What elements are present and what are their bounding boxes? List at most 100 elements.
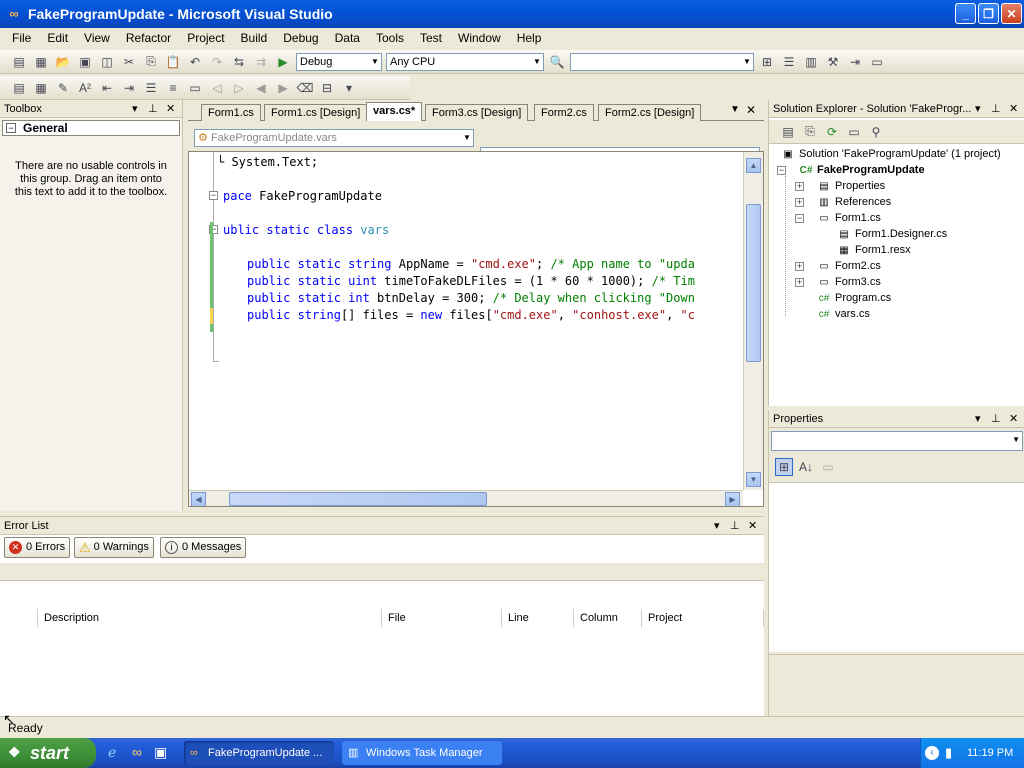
column-header-column[interactable]: Column [574,609,642,627]
bookmark-toggle-icon[interactable]: ▭ [186,79,204,97]
show-hidden-icons-icon[interactable]: ‹ [925,746,939,760]
save-all-icon[interactable]: ◫ [98,53,116,71]
bookmark-next-folder-icon[interactable]: ▶ [274,79,292,97]
task-manager-tray-icon[interactable]: ▮ [945,738,952,768]
increase-indent-icon[interactable]: ⇥ [120,79,138,97]
start-button[interactable]: ❖ start [0,738,96,768]
alphabetical-icon[interactable]: A↓ [797,458,815,476]
scroll-right-icon[interactable]: ▶ [725,492,740,506]
menu-debug[interactable]: Debug [275,28,326,48]
menu-edit[interactable]: Edit [39,28,76,48]
object-browser-icon[interactable]: ▥ [802,53,820,71]
task-task-manager[interactable]: ▥ Windows Task Manager [342,741,502,765]
copy-icon[interactable]: ⎘ [142,53,160,71]
toolbar-options-icon[interactable]: ▾ [340,79,358,97]
open-file-icon[interactable]: 📂 [54,53,72,71]
form1-designer-node[interactable]: ▤ Form1.Designer.cs [837,226,947,242]
scroll-thumb[interactable] [746,204,761,362]
platform-select[interactable]: Any CPU ▼ [386,52,544,71]
properties-node[interactable]: ▤ Properties [817,178,885,194]
form1-resx-node[interactable]: ▦ Form1.resx [837,242,910,258]
warnings-filter-button[interactable]: ⚠ 0 Warnings [74,537,154,558]
horizontal-scrollbar[interactable]: ◀ ▶ [189,490,743,506]
view-code-icon[interactable]: ▭ [845,123,863,141]
configuration-select[interactable]: Debug ▼ [296,52,382,71]
vars-cs-node[interactable]: c# vars.cs [817,306,870,322]
menu-test[interactable]: Test [412,28,450,48]
references-node[interactable]: ▥ References [817,194,891,210]
type-select[interactable]: ⚙ FakeProgramUpdate.vars ▼ [194,129,474,147]
decrease-indent-icon[interactable]: ⇤ [98,79,116,97]
parameter-info-icon[interactable]: ▦ [32,79,50,97]
column-header-file[interactable]: File [382,609,502,627]
scroll-up-icon[interactable]: ▲ [746,158,761,173]
comment-icon[interactable]: ☰ [142,79,160,97]
expand-icon[interactable]: + [795,262,804,271]
navigate-forward-icon[interactable]: ⇉ [252,53,270,71]
active-files-icon[interactable]: ▼ [730,104,740,115]
window-position-icon[interactable]: ▾ [714,517,720,535]
complete-word-icon[interactable]: A² [76,79,94,97]
close-icon[interactable]: ✕ [166,100,175,118]
member-list-icon[interactable]: ▤ [10,79,28,97]
errors-filter-button[interactable]: ✕ 0 Errors [4,537,71,558]
refresh-icon[interactable]: ⟳ [823,123,841,141]
object-select[interactable]: ▼ [771,431,1023,451]
tab-form1-cs[interactable]: Form1.cs [201,104,261,121]
form3-node[interactable]: ▭ Form3.cs [817,274,881,290]
auto-hide-pin-icon[interactable]: ⊥ [148,100,158,118]
toolbox-icon[interactable]: ⚒ [824,53,842,71]
column-header-icon[interactable] [0,609,38,627]
auto-hide-pin-icon[interactable]: ⊥ [991,410,1001,428]
menu-project[interactable]: Project [179,28,232,48]
undo-icon[interactable]: ↶ [186,53,204,71]
messages-filter-button[interactable]: i 0 Messages [160,537,247,558]
toolbox-group-general[interactable]: − General [2,120,180,136]
scroll-left-icon[interactable]: ◀ [191,492,206,506]
cut-icon[interactable]: ✂ [120,53,138,71]
close-icon[interactable]: ✕ [1009,100,1018,118]
menu-file[interactable]: File [4,28,39,48]
solution-explorer-icon[interactable]: ⊞ [758,53,776,71]
bookmark-next-icon[interactable]: ▷ [230,79,248,97]
window-position-icon[interactable]: ▾ [132,100,138,118]
find-combo[interactable]: ▼ [570,52,754,71]
menu-view[interactable]: View [76,28,118,48]
add-item-icon[interactable]: ▦ [32,53,50,71]
vertical-scrollbar[interactable]: ▲ ▼ [743,152,763,490]
bookmark-prev-icon[interactable]: ◁ [208,79,226,97]
column-header-project[interactable]: Project [642,609,764,627]
find-in-files-icon[interactable]: 🔍 [548,53,566,71]
show-desktop-icon[interactable]: ▣ [154,744,167,761]
navigate-icon[interactable]: ⇆ [230,53,248,71]
menu-build[interactable]: Build [233,28,276,48]
property-pages-icon[interactable]: ▭ [819,458,837,476]
form1-node[interactable]: ▭ Form1.cs [817,210,881,226]
collapse-icon[interactable]: − [777,166,786,175]
property-grid[interactable] [769,482,1024,652]
expand-icon[interactable]: + [795,182,804,191]
tab-form1-design[interactable]: Form1.cs [Design] [264,104,368,121]
column-header-description[interactable]: Description [38,609,382,627]
window-position-icon[interactable]: ▾ [975,100,981,118]
expand-icon[interactable]: + [795,278,804,287]
tab-form2-cs[interactable]: Form2.cs [534,104,594,121]
save-icon[interactable]: ▣ [76,53,94,71]
bookmark-prev-folder-icon[interactable]: ◀ [252,79,270,97]
auto-hide-pin-icon[interactable]: ⊥ [991,100,1001,118]
view-class-diagram-icon[interactable]: ⚲ [867,123,885,141]
paste-icon[interactable]: 📋 [164,53,182,71]
start-debug-icon[interactable]: ▶ [274,53,292,71]
properties-icon[interactable]: ▤ [779,123,797,141]
close-icon[interactable]: ✕ [1009,410,1018,428]
scroll-thumb[interactable] [229,492,487,506]
command-window-icon[interactable]: ▭ [868,53,886,71]
column-header-line[interactable]: Line [502,609,574,627]
uncomment-icon[interactable]: ≡ [164,79,182,97]
project-node[interactable]: C# FakeProgramUpdate [799,162,925,178]
window-position-icon[interactable]: ▾ [975,410,981,428]
scroll-down-icon[interactable]: ▼ [746,472,761,487]
close-document-icon[interactable]: ✕ [746,103,756,117]
start-page-icon[interactable]: ⇥ [846,53,864,71]
maximize-button[interactable]: ❐ [978,3,999,24]
